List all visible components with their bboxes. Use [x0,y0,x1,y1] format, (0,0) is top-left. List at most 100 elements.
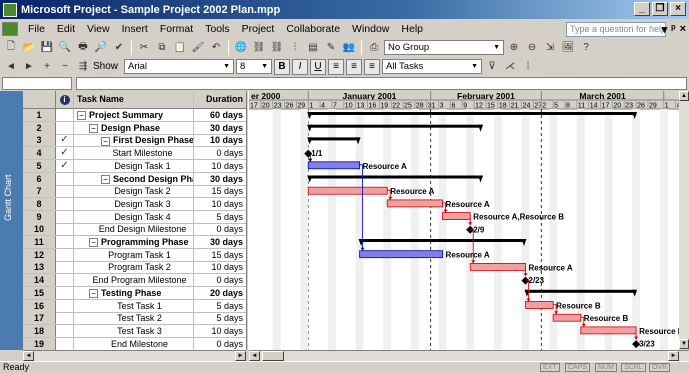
table-row[interactable]: 3 ✓ − First Design Phase 10 days [23,134,246,148]
entry-field-input[interactable] [76,77,687,90]
row-id[interactable]: 11 [23,236,56,248]
menu-project[interactable]: Project [236,23,281,35]
duration-cell[interactable]: 0 days [194,147,246,159]
table-row[interactable]: 12 Program Task 1 15 days [23,248,246,262]
table-row[interactable]: 1− Project Summary 60 days [23,109,246,122]
font-size-dropdown[interactable]: 8 ▼ [236,59,273,74]
scroll-left-icon[interactable]: ◄ [249,351,260,361]
row-id[interactable]: 13 [23,261,56,274]
split-task-icon[interactable]: ⫶ [287,40,303,56]
collapse-icon[interactable]: − [101,174,110,184]
vertical-scrollbar[interactable]: ▲ ▼ [679,91,689,350]
assign-resources-icon[interactable]: 👥 [341,40,357,56]
spelling-icon[interactable]: ✔ [111,40,127,56]
table-row[interactable]: 10 End Design Milestone 0 days [23,223,246,237]
scroll-up-icon[interactable]: ▲ [679,91,689,101]
task-name-cell[interactable]: −Second Design Phase [74,172,194,185]
task-name-cell[interactable]: − Project Summary [74,109,194,121]
zoom-in-icon[interactable]: ⊕ [506,40,522,56]
show-button[interactable]: Show [93,61,118,72]
duration-cell[interactable]: 10 days [194,261,246,273]
help-dropdown-arrow-icon[interactable]: ▾ [662,23,668,36]
restore-button[interactable]: ❐ [652,2,668,16]
document-icon[interactable] [2,21,18,36]
minimize-button[interactable]: _ [634,2,650,16]
task-name-cell[interactable]: Design Task 4 [74,210,194,223]
task-name-cell[interactable]: Design Task 3 [74,197,194,210]
close-button[interactable]: × [670,2,686,16]
scroll-right-icon[interactable]: ► [668,351,679,361]
font-dropdown[interactable]: Arial ▼ [124,59,235,74]
table-row[interactable]: 14 End Program Milestone 0 days [23,274,246,288]
task-name-cell[interactable]: Design Task 1 [74,159,194,172]
task-name-cell[interactable]: Design Task 2 [74,185,194,198]
task-name-cell[interactable]: End Program Milestone [74,274,194,287]
table-row[interactable]: 16 Test Task 1 5 days [23,299,246,313]
copy-icon[interactable]: ⧉ [154,40,170,56]
entry-cell-reference[interactable] [2,77,72,90]
align-center-button[interactable]: ≡ [346,58,363,75]
help-icon[interactable]: ? [578,40,594,56]
underline-button[interactable]: U [310,58,327,75]
row-id[interactable]: 8 [23,197,56,210]
bold-button[interactable]: B [274,58,291,75]
scroll-left-icon[interactable]: ◄ [23,351,34,361]
print-icon[interactable]: 🖶 [75,40,91,56]
gantt-wizard-icon[interactable]: ⋌ [502,59,518,75]
row-id[interactable]: 6 [23,172,56,185]
publish-icon[interactable]: ⎙ [366,40,382,56]
minus-icon[interactable]: − [57,59,73,75]
collapse-icon[interactable]: − [89,123,98,133]
more-buttons-icon[interactable]: ⁞ [520,59,536,75]
duration-cell[interactable]: 30 days [194,173,246,185]
task-name-cell[interactable]: Test Task 1 [74,299,194,312]
table-row[interactable]: 13 Program Task 2 10 days [23,261,246,275]
row-id[interactable]: 17 [23,312,56,325]
arrow-right-icon[interactable]: ► [21,59,37,75]
show-icon[interactable]: ⇶ [75,59,91,75]
paste-icon[interactable]: 📋 [172,40,188,56]
duration-cell[interactable]: 10 days [194,134,246,146]
hyperlink-icon[interactable]: 🌐 [233,40,249,56]
duration-cell[interactable]: 30 days [194,236,246,248]
table-row[interactable]: 17 Test Task 2 5 days [23,312,246,326]
menu-insert[interactable]: Insert [116,23,154,35]
undo-icon[interactable]: ↶ [208,40,224,56]
collapse-icon[interactable]: − [89,238,98,248]
row-id[interactable]: 19 [23,337,56,350]
duration-cell[interactable]: 10 days [194,325,246,337]
table-row[interactable]: 8 Design Task 3 10 days [23,197,246,211]
scroll-right-icon[interactable]: ► [235,351,246,361]
indicators-header[interactable]: i [56,91,74,108]
row-id[interactable]: 12 [23,248,56,261]
table-row[interactable]: 11 − Programming Phase 30 days [23,236,246,249]
task-name-cell[interactable]: End Milestone [74,337,194,350]
table-horizontal-scrollbar[interactable]: ◄ ► [23,350,246,361]
row-id[interactable]: 2 [23,121,56,134]
group-dropdown[interactable]: No Group ▼ [384,40,504,55]
row-id[interactable]: 1 [23,109,56,121]
copy-picture-icon[interactable]: 🖼 [560,40,576,56]
row-id[interactable]: 9 [23,210,56,223]
menu-edit[interactable]: Edit [51,23,81,35]
table-row[interactable]: 2− Design Phase 30 days [23,121,246,135]
print-preview-icon[interactable]: 🔎 [93,40,109,56]
task-name-cell[interactable]: Test Task 2 [74,312,194,325]
save-icon[interactable]: 💾 [39,40,55,56]
menu-tools[interactable]: Tools [199,23,236,35]
row-id[interactable]: 5 [23,159,56,172]
scroll-thumb[interactable] [262,351,284,361]
task-name-cell[interactable]: − Programming Phase [74,236,194,248]
italic-button[interactable]: I [292,58,309,75]
doc-restore-icon[interactable]: ᵖ [671,23,675,36]
row-id[interactable]: 4 [23,147,56,160]
project-app-icon[interactable] [3,2,17,17]
table-row[interactable]: 19 End Milestone 0 days [23,337,246,350]
table-row[interactable]: 6 −Second Design Phase30 days [23,172,246,186]
duration-cell[interactable]: 10 days [194,160,246,172]
format-painter-icon[interactable]: 🖌 [190,40,206,56]
table-row[interactable]: 9 Design Task 4 5 days [23,210,246,224]
duration-cell[interactable]: 20 days [194,287,246,299]
duration-cell[interactable]: 15 days [194,249,246,261]
table-row[interactable]: 5 ✓ Design Task 1 10 days [23,159,246,173]
